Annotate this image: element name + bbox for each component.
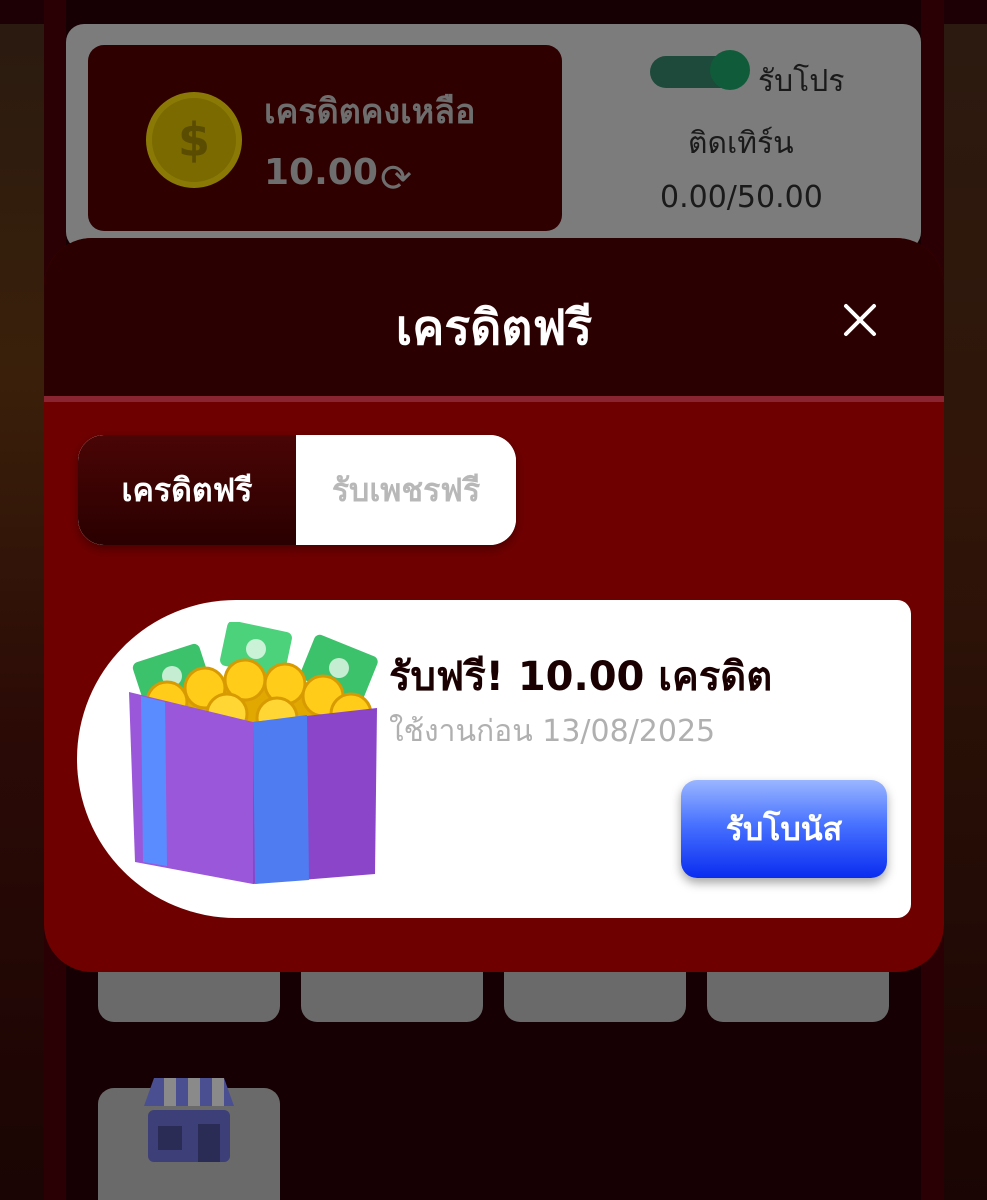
- bonus-expiry-date: ใช้งานก่อน 13/08/2025: [389, 714, 716, 749]
- claim-bonus-button[interactable]: รับโบนัส: [681, 780, 887, 878]
- gift-box-icon: [129, 622, 378, 884]
- refresh-icon[interactable]: ⟳: [374, 156, 418, 200]
- close-icon[interactable]: [840, 300, 880, 340]
- bonus-title: รับฟรี! 10.00 เครดิต: [389, 654, 773, 700]
- modal-title: เครดิตฟรี: [395, 300, 593, 356]
- background-side-banner-right: [943, 24, 987, 1200]
- store-icon: [144, 1078, 234, 1162]
- bonus-card: รับฟรี! 10.00 เครดิต ใช้งานก่อน 13/08/20…: [77, 600, 911, 918]
- modal-tabs: เครดิตฟรี รับเพชรฟรี: [78, 435, 516, 545]
- tab-free-diamond[interactable]: รับเพชรฟรี: [296, 435, 516, 545]
- turnover-value: 0.00/50.00: [660, 180, 823, 215]
- modal-header: เครดิตฟรี: [44, 238, 944, 402]
- tab-free-credit[interactable]: เครดิตฟรี: [78, 435, 296, 545]
- promo-toggle-knob[interactable]: [710, 50, 750, 90]
- credit-balance-label: เครดิตคงเหลือ: [264, 92, 476, 132]
- promo-toggle-label: รับโปร: [758, 64, 845, 99]
- turnover-label: ติดเทิร์น: [688, 126, 794, 161]
- free-credit-modal: เครดิตฟรี เครดิตฟรี รับเพชรฟรี รับฟรี! 1…: [44, 238, 944, 972]
- credit-balance-value: 10.00: [264, 152, 378, 193]
- dollar-coin-icon: $: [146, 92, 242, 188]
